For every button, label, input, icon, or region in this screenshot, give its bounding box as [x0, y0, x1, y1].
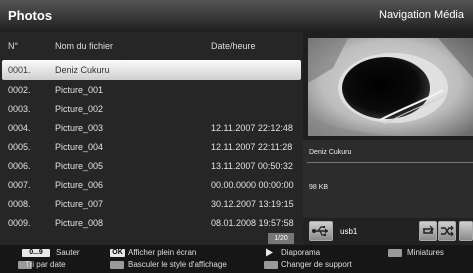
file-name: Deniz Cukuru	[55, 65, 110, 75]
divider	[307, 162, 473, 163]
file-name: Picture_003	[55, 123, 104, 133]
file-number: 0008.	[8, 199, 31, 209]
key-yellow	[264, 261, 278, 269]
file-name: Picture_008	[55, 218, 104, 228]
file-date: 08.01.2008 19:57:58	[211, 218, 294, 228]
media-browser-screen: Photos Navigation Média N° Nom du fichie…	[0, 0, 473, 273]
header-section-label: Navigation Média	[379, 9, 464, 21]
file-date: 12.11.2007 22:11:28	[211, 142, 293, 152]
file-date: 12.11.2007 22:12:48	[211, 123, 293, 133]
file-row[interactable]: 0009. Picture_008 08.01.2008 19:57:58	[0, 213, 303, 233]
file-info-size: 98 KB	[309, 184, 329, 191]
photo-thumbnail-icon	[308, 38, 473, 136]
file-name: Picture_006	[55, 180, 104, 190]
file-number: 0005.	[8, 142, 31, 152]
file-name: Picture_004	[55, 142, 104, 152]
page-title: Photos	[8, 8, 53, 23]
file-number: 0002.	[8, 85, 31, 95]
file-date: 30.12.2007 13:19:15	[211, 199, 294, 209]
file-number: 0006.	[8, 161, 31, 171]
file-number: 0004.	[8, 123, 31, 133]
file-row[interactable]: 0002. Picture_001	[0, 80, 303, 100]
file-row[interactable]: 0003. Picture_002	[0, 99, 303, 119]
file-info-panel: Deniz Cukuru 98 KB	[303, 140, 473, 218]
source-label: usb1	[340, 227, 358, 236]
key-label-change-source: Changer de support	[281, 260, 352, 269]
column-headers: N° Nom du fichier Date/heure	[0, 32, 303, 58]
file-list-panel: N° Nom du fichier Date/heure 0001. Deniz…	[0, 32, 303, 245]
preview-controls: usb1	[303, 219, 473, 245]
footer-legend: 0...9 Sauter OK Afficher plein écran Dia…	[0, 245, 473, 273]
file-name: Picture_001	[55, 85, 104, 95]
key-green	[110, 261, 124, 269]
key-blue	[388, 249, 402, 257]
key-0-9: 0...9	[22, 249, 50, 257]
file-name: Picture_002	[55, 104, 104, 114]
file-number: 0009.	[8, 218, 31, 228]
file-row[interactable]: 0005. Picture_004 12.11.2007 22:11:28	[0, 137, 303, 157]
column-header-datetime: Date/heure	[211, 41, 256, 51]
usb-icon[interactable]	[309, 221, 333, 241]
extra-control-button[interactable]	[459, 221, 473, 241]
column-header-filename: Nom du fichier	[55, 41, 114, 51]
file-row[interactable]: 0006. Picture_005 13.11.2007 00:50:32	[0, 156, 303, 176]
file-name: Picture_007	[55, 199, 104, 209]
shuffle-icon[interactable]	[438, 221, 456, 241]
repeat-icon[interactable]	[419, 221, 437, 241]
file-row[interactable]: 0008. Picture_007 30.12.2007 13:19:15	[0, 194, 303, 214]
play-icon	[265, 248, 274, 259]
file-info-name: Deniz Cukuru	[309, 149, 352, 156]
file-row[interactable]: 0007. Picture_006 00.00.0000 00:00:00	[0, 175, 303, 195]
file-number: 0007.	[8, 180, 31, 190]
preview-panel: Deniz Cukuru 98 KB usb1	[303, 32, 473, 245]
file-name: Picture_005	[55, 161, 104, 171]
column-header-number: N°	[8, 41, 19, 51]
key-label-jump: Sauter	[56, 248, 80, 257]
file-date: 00.00.0000 00:00:00	[211, 180, 294, 190]
key-label-slideshow: Diaporama	[281, 248, 321, 257]
key-label-sort: Tri par date	[25, 260, 66, 269]
key-label-fullscreen: Afficher plein écran	[128, 248, 197, 257]
file-row-selected[interactable]: 0001. Deniz Cukuru	[2, 60, 301, 80]
key-label-view-style: Basculer le style d'affichage	[128, 260, 227, 269]
file-number: 0001.	[8, 65, 31, 75]
file-number: 0003.	[8, 104, 31, 114]
page-indicator: 1/20	[268, 233, 294, 244]
file-date: 13.11.2007 00:50:32	[211, 161, 293, 171]
key-ok: OK	[110, 249, 125, 257]
key-label-thumbnails: Miniatures	[407, 248, 444, 257]
file-row[interactable]: 0004. Picture_003 12.11.2007 22:12:48	[0, 118, 303, 138]
header-bar: Photos Navigation Média	[0, 0, 473, 32]
